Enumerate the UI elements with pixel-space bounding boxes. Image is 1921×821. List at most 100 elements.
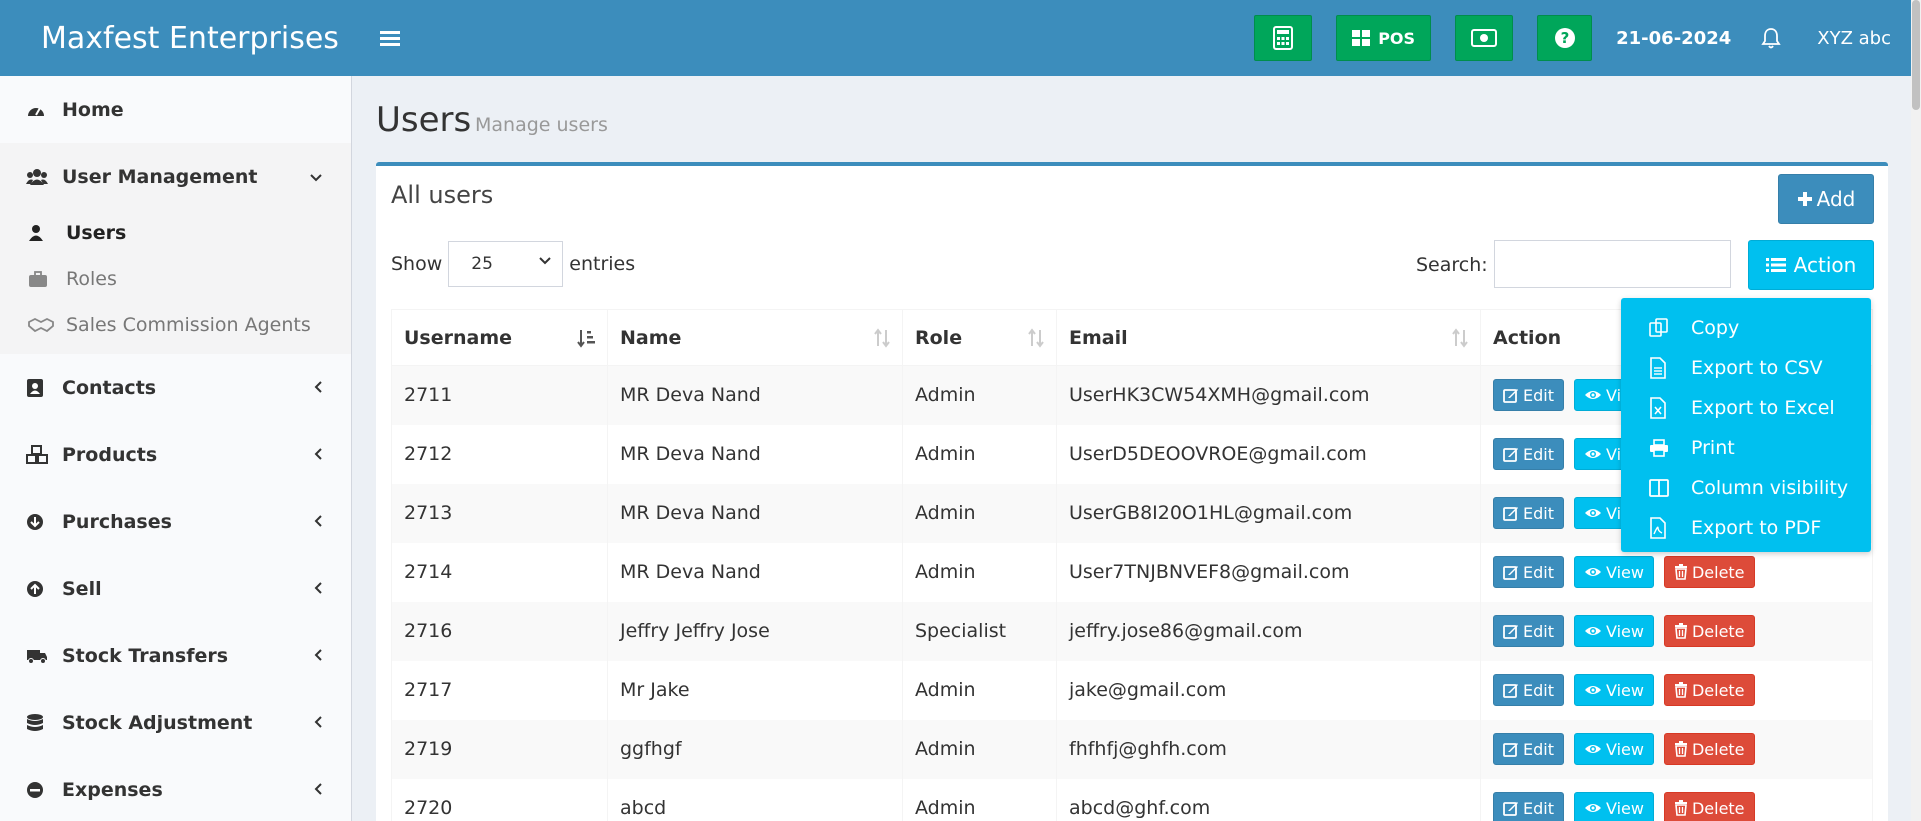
- view-button[interactable]: View: [1573, 792, 1654, 821]
- top-header: Maxfest Enterprises POS ? 21-06-2024 XYZ…: [0, 0, 1921, 76]
- sidebar-item-purchases[interactable]: Purchases: [0, 488, 351, 555]
- question-icon: ?: [1554, 28, 1575, 48]
- sidebar-item-label: Sales Commission Agents: [66, 314, 311, 336]
- menu-item-label: Export to CSV: [1691, 357, 1823, 379]
- menu-item-export-to-pdf[interactable]: Export to PDF: [1621, 508, 1871, 548]
- sidebar-item-expenses[interactable]: Expenses: [0, 756, 351, 821]
- delete-button[interactable]: Delete: [1663, 792, 1755, 821]
- user-menu[interactable]: XYZ abc: [1817, 28, 1891, 49]
- list-icon: [1765, 258, 1786, 272]
- excel-icon: [1649, 397, 1691, 419]
- sidebar-item-label: Users: [66, 222, 127, 244]
- menu-item-export-to-excel[interactable]: Export to Excel: [1621, 388, 1871, 428]
- column-header-email[interactable]: Email: [1056, 309, 1481, 366]
- sidebar-item-label: Roles: [66, 268, 117, 290]
- column-header-username[interactable]: Username: [391, 309, 608, 366]
- address-book-icon: [27, 378, 43, 397]
- pos-button[interactable]: POS: [1336, 15, 1432, 61]
- arrow-circle-down-icon: [27, 513, 43, 530]
- delete-button[interactable]: Delete: [1663, 556, 1755, 588]
- eye-icon: [1584, 450, 1601, 458]
- menu-toggle-button[interactable]: [370, 18, 410, 58]
- pos-label: POS: [1378, 28, 1416, 48]
- action-button[interactable]: Action: [1748, 240, 1874, 290]
- view-button[interactable]: View: [1573, 733, 1654, 765]
- cell-role: Admin: [902, 542, 1057, 602]
- edit-icon: [1503, 389, 1518, 404]
- sidebar-item-label: Products: [62, 443, 158, 466]
- sidebar-item-roles[interactable]: Roles: [0, 256, 351, 302]
- brand-logo[interactable]: Maxfest Enterprises: [0, 0, 352, 76]
- view-button[interactable]: View: [1573, 556, 1654, 588]
- page-scrollbar[interactable]: [1911, 0, 1921, 821]
- copy-icon: [1649, 318, 1691, 338]
- view-button[interactable]: View: [1573, 674, 1654, 706]
- sidebar-item-user-management[interactable]: User Management: [0, 143, 351, 210]
- sidebar-item-products[interactable]: Products: [0, 421, 351, 488]
- edit-button[interactable]: Edit: [1493, 674, 1564, 706]
- cell-username: 2719: [391, 719, 608, 779]
- eye-icon: [1584, 568, 1601, 576]
- entries-value: 25: [471, 254, 493, 274]
- column-header-name[interactable]: Name: [607, 309, 903, 366]
- user-management-submenu: Users Roles Sales Commission Agents: [0, 210, 351, 354]
- money-icon: [1471, 29, 1498, 47]
- cash-register-button[interactable]: [1455, 15, 1514, 61]
- sidebar-item-stock-transfers[interactable]: Stock Transfers: [0, 622, 351, 689]
- edit-button[interactable]: Edit: [1493, 556, 1564, 588]
- cell-name: MR Deva Nand: [607, 424, 903, 484]
- sidebar-item-sell[interactable]: Sell: [0, 555, 351, 622]
- edit-button[interactable]: Edit: [1493, 438, 1564, 470]
- cell-username: 2720: [391, 778, 608, 821]
- arrow-circle-up-icon: [27, 580, 43, 597]
- delete-button[interactable]: Delete: [1663, 615, 1755, 647]
- edit-button[interactable]: Edit: [1493, 615, 1564, 647]
- sort-icon: [874, 328, 890, 348]
- scrollbar-thumb[interactable]: [1912, 0, 1920, 110]
- eye-icon: [1584, 627, 1601, 635]
- edit-icon: [1503, 507, 1518, 521]
- chevron-left-icon: [314, 715, 322, 728]
- database-icon: [27, 713, 43, 731]
- cell-role: Admin: [902, 483, 1057, 543]
- sidebar-item-users[interactable]: Users: [0, 210, 351, 256]
- view-button[interactable]: View: [1573, 615, 1654, 647]
- sidebar-item-sales-commission-agents[interactable]: Sales Commission Agents: [0, 302, 351, 348]
- delete-button[interactable]: Delete: [1663, 674, 1755, 706]
- notifications-button[interactable]: [1761, 27, 1781, 49]
- eye-icon: [1584, 509, 1601, 517]
- sort-asc-icon: [577, 330, 595, 348]
- cell-role: Admin: [902, 778, 1057, 821]
- bell-icon: [1761, 28, 1781, 49]
- chevron-down-icon: [539, 257, 551, 265]
- entries-select[interactable]: 25: [448, 241, 564, 287]
- help-button[interactable]: ?: [1537, 15, 1593, 61]
- cell-username: 2711: [391, 365, 608, 425]
- minus-circle-icon: [27, 781, 43, 798]
- sidebar-item-stock-adjustment[interactable]: Stock Adjustment: [0, 689, 351, 756]
- search-input[interactable]: [1494, 240, 1731, 288]
- column-header-role[interactable]: Role: [902, 309, 1057, 366]
- delete-button[interactable]: Delete: [1663, 733, 1755, 765]
- chevron-left-icon: [314, 782, 322, 795]
- menu-item-label: Export to PDF: [1691, 517, 1822, 539]
- calculator-button[interactable]: [1254, 15, 1313, 61]
- sidebar-item-home[interactable]: Home: [0, 76, 351, 143]
- search-label: Search:: [1416, 254, 1488, 276]
- cell-name: MR Deva Nand: [607, 483, 903, 543]
- eye-icon: [1584, 391, 1601, 400]
- menu-item-copy[interactable]: Copy: [1621, 308, 1871, 348]
- menu-item-export-to-csv[interactable]: Export to CSV: [1621, 348, 1871, 388]
- sidebar-item-label: Contacts: [62, 376, 157, 399]
- menu-item-print[interactable]: Print: [1621, 428, 1871, 468]
- edit-button[interactable]: Edit: [1493, 379, 1564, 412]
- edit-button[interactable]: Edit: [1493, 497, 1564, 529]
- add-user-button[interactable]: Add: [1778, 174, 1874, 224]
- edit-icon: [1503, 625, 1518, 639]
- edit-button[interactable]: Edit: [1493, 733, 1564, 765]
- edit-button[interactable]: Edit: [1493, 792, 1564, 821]
- sidebar-item-contacts[interactable]: Contacts: [0, 354, 351, 421]
- menu-item-label: Export to Excel: [1691, 397, 1835, 419]
- menu-item-column-visibility[interactable]: Column visibility: [1621, 468, 1871, 508]
- cell-actions: Edit View Delete: [1480, 719, 1873, 779]
